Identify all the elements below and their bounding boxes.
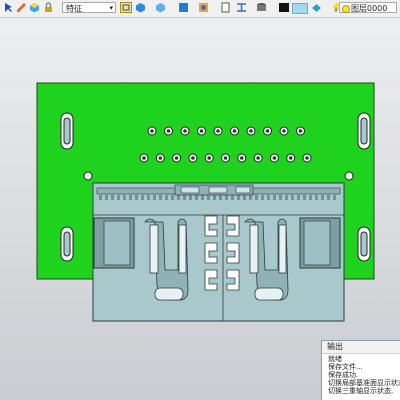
pin-pad-hole [191, 156, 195, 160]
comb-tooth [183, 195, 186, 200]
page-view-icon[interactable] [220, 2, 231, 13]
comb-tooth [243, 195, 246, 200]
output-line: 切换三重轴显示状态. [328, 387, 394, 395]
light-color-swatch[interactable] [292, 3, 308, 14]
layer-color-icon [342, 5, 350, 13]
pin-pad-hole [183, 129, 187, 133]
chevron-down-icon: ▾ [109, 4, 113, 12]
layer-select[interactable]: 图层0000 [339, 2, 397, 13]
comb-tooth [165, 195, 168, 200]
pin-pad-hole [305, 156, 309, 160]
appearance-icon[interactable] [256, 2, 267, 13]
smart-select-icon[interactable] [3, 2, 14, 13]
comb-tooth [303, 195, 306, 200]
comb-tooth [141, 195, 144, 200]
output-line: 保存成功. [328, 371, 359, 379]
pin-pad-hole [288, 156, 293, 160]
comb-tooth [267, 195, 270, 200]
lock-icon[interactable] [43, 2, 54, 13]
cube-rotate-icon[interactable] [155, 2, 166, 13]
pin-pad-hole [150, 129, 154, 133]
pin-pad-hole [272, 156, 277, 160]
mounting-slot-br [357, 226, 371, 262]
comb-tooth [159, 195, 162, 200]
comb-tooth [219, 195, 222, 200]
display-style-icon[interactable] [178, 2, 189, 13]
comb-tooth [117, 195, 120, 200]
corner-hole-left [83, 171, 93, 181]
pencil-icon[interactable] [16, 2, 27, 13]
comb-tooth [177, 195, 180, 200]
comb-tooth [297, 195, 300, 200]
comb-tooth [129, 195, 132, 200]
comb-tooth [279, 195, 282, 200]
output-line: 切换局部基准面显示状态 [328, 379, 400, 387]
output-line: 就绪 [328, 355, 342, 363]
comb-tooth [315, 195, 318, 200]
scene-icon[interactable] [311, 2, 322, 13]
comb-tooth [285, 195, 288, 200]
comb-tooth [237, 195, 240, 200]
measure-icon[interactable] [236, 2, 247, 13]
output-line: 保存文件... [328, 363, 363, 371]
mounting-slot-bl [60, 226, 74, 262]
feature-select[interactable]: 特征 ▾ [62, 2, 116, 13]
comb-tooth [171, 195, 174, 200]
corner-hole-right [344, 171, 354, 181]
comb-tooth [201, 195, 204, 200]
pin-pad-hole [298, 129, 303, 133]
pin-pad-hole [265, 129, 270, 133]
pin-pad-hole [256, 156, 260, 160]
comb-tooth [207, 195, 210, 200]
mounting-slot-tl [60, 112, 74, 150]
comb-tooth [135, 195, 138, 200]
comb-tooth [321, 195, 324, 200]
pin-pad-hole [174, 156, 179, 160]
output-panel-title: 输出 [322, 341, 400, 354]
section-view-icon[interactable] [198, 2, 209, 13]
pin-pad-hole [166, 129, 171, 133]
comb-tooth [291, 195, 294, 200]
pin-pad-hole [207, 156, 211, 160]
comb-tooth [99, 195, 102, 200]
comb-tooth [273, 195, 276, 200]
cube-color-icon[interactable] [29, 2, 40, 13]
pin-pad-hole [142, 156, 146, 160]
mounting-slot-tr [357, 112, 371, 150]
comb-tooth [327, 195, 330, 200]
comb-tooth [105, 195, 108, 200]
pin-pad-hole [223, 156, 228, 160]
comb-tooth [309, 195, 312, 200]
pin-pad-hole [158, 156, 163, 160]
view-orient-icon[interactable] [120, 2, 132, 13]
connector-housing [92, 182, 345, 322]
toolbar: 特征 ▾ 💡 图层0000 [0, 0, 400, 18]
comb-tooth [225, 195, 228, 200]
comb-tooth [333, 195, 336, 200]
comb-tooth [189, 195, 192, 200]
pin-pad-hole [282, 129, 286, 133]
pin-pad-hole [240, 156, 244, 160]
comb-tooth [231, 195, 234, 200]
comb-tooth [255, 195, 258, 200]
pin-pad-hole [232, 129, 237, 133]
dark-color-swatch[interactable] [279, 3, 289, 12]
comb-tooth [153, 195, 156, 200]
pin-pad-hole [216, 129, 220, 133]
shaded-cube-icon[interactable] [135, 2, 146, 13]
comb-tooth [111, 195, 114, 200]
comb-tooth [249, 195, 252, 200]
output-log: 就绪 保存文件... 保存成功. 切换局部基准面显示状态 切换三重轴显示状态. [322, 354, 400, 395]
comb-tooth [147, 195, 150, 200]
output-panel: 输出 就绪 保存文件... 保存成功. 切换局部基准面显示状态 切换三重轴显示状… [321, 340, 400, 400]
comb-tooth [261, 195, 264, 200]
pin-pad-hole [199, 129, 204, 133]
comb-tooth [213, 195, 216, 200]
comb-tooth [123, 195, 126, 200]
comb-tooth [195, 195, 198, 200]
pin-pad-hole [249, 129, 253, 133]
